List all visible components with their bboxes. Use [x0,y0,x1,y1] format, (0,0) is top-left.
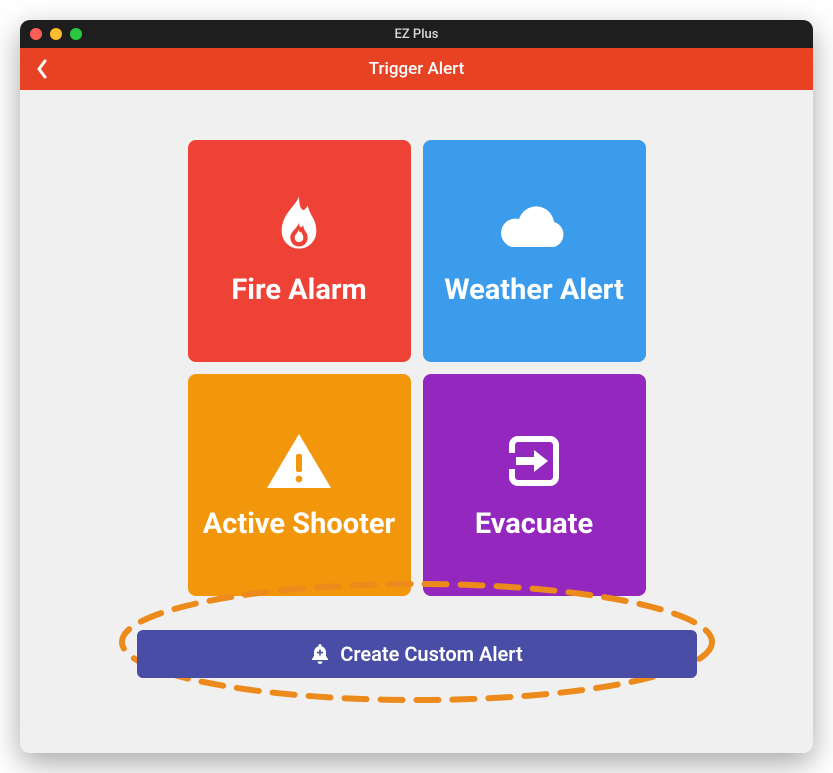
button-label: Create Custom Alert [340,642,522,666]
tile-label: Active Shooter [203,508,395,541]
minimize-window-button[interactable] [50,28,62,40]
tile-label: Evacuate [475,508,593,541]
content-area: Fire Alarm Weather Alert [20,90,813,753]
cloud-icon [496,194,572,260]
bell-plus-icon [310,643,330,665]
warning-triangle-icon [265,428,333,494]
custom-alert-wrap: Create Custom Alert [137,630,697,678]
window-title: EZ Plus [20,27,813,42]
fire-icon [273,194,325,260]
titlebar: EZ Plus [20,20,813,48]
chevron-left-icon [36,59,48,79]
tile-fire-alarm[interactable]: Fire Alarm [188,140,411,362]
tile-active-shooter[interactable]: Active Shooter [188,374,411,596]
zoom-window-button[interactable] [70,28,82,40]
traffic-lights [30,28,82,40]
app-window: EZ Plus Trigger Alert Fire Alarm [20,20,813,753]
tile-label: Weather Alert [444,274,624,307]
tile-evacuate[interactable]: Evacuate [423,374,646,596]
navbar: Trigger Alert [20,48,813,90]
page-title: Trigger Alert [20,59,813,79]
back-button[interactable] [20,48,64,90]
tile-label: Fire Alarm [231,274,366,307]
alert-grid: Fire Alarm Weather Alert [188,140,646,596]
exit-icon [504,428,564,494]
tile-weather-alert[interactable]: Weather Alert [423,140,646,362]
create-custom-alert-button[interactable]: Create Custom Alert [137,630,697,678]
close-window-button[interactable] [30,28,42,40]
